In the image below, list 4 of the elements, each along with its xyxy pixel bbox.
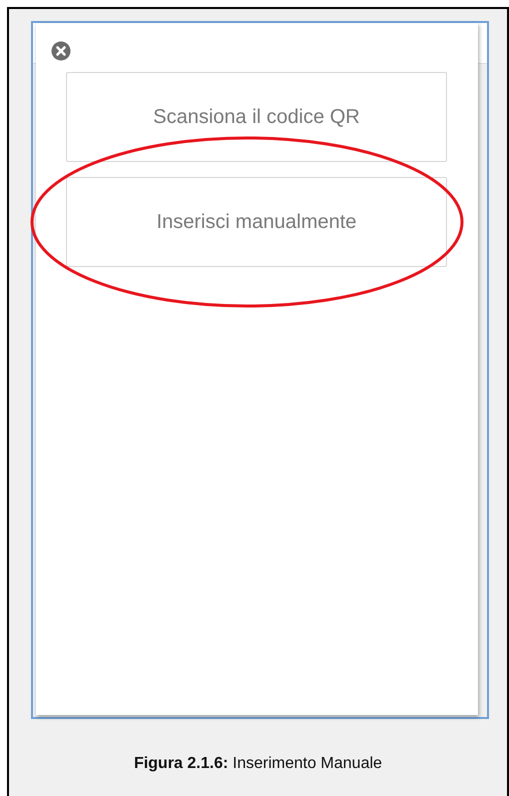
menu-button[interactable]: Scansiona il codice QR — [66, 72, 447, 162]
menu-button[interactable]: Inserisci manualmente — [66, 177, 447, 267]
figure-caption: Figura 2.1.6: Inserimento Manuale — [134, 755, 382, 773]
close-icon[interactable] — [51, 41, 71, 61]
